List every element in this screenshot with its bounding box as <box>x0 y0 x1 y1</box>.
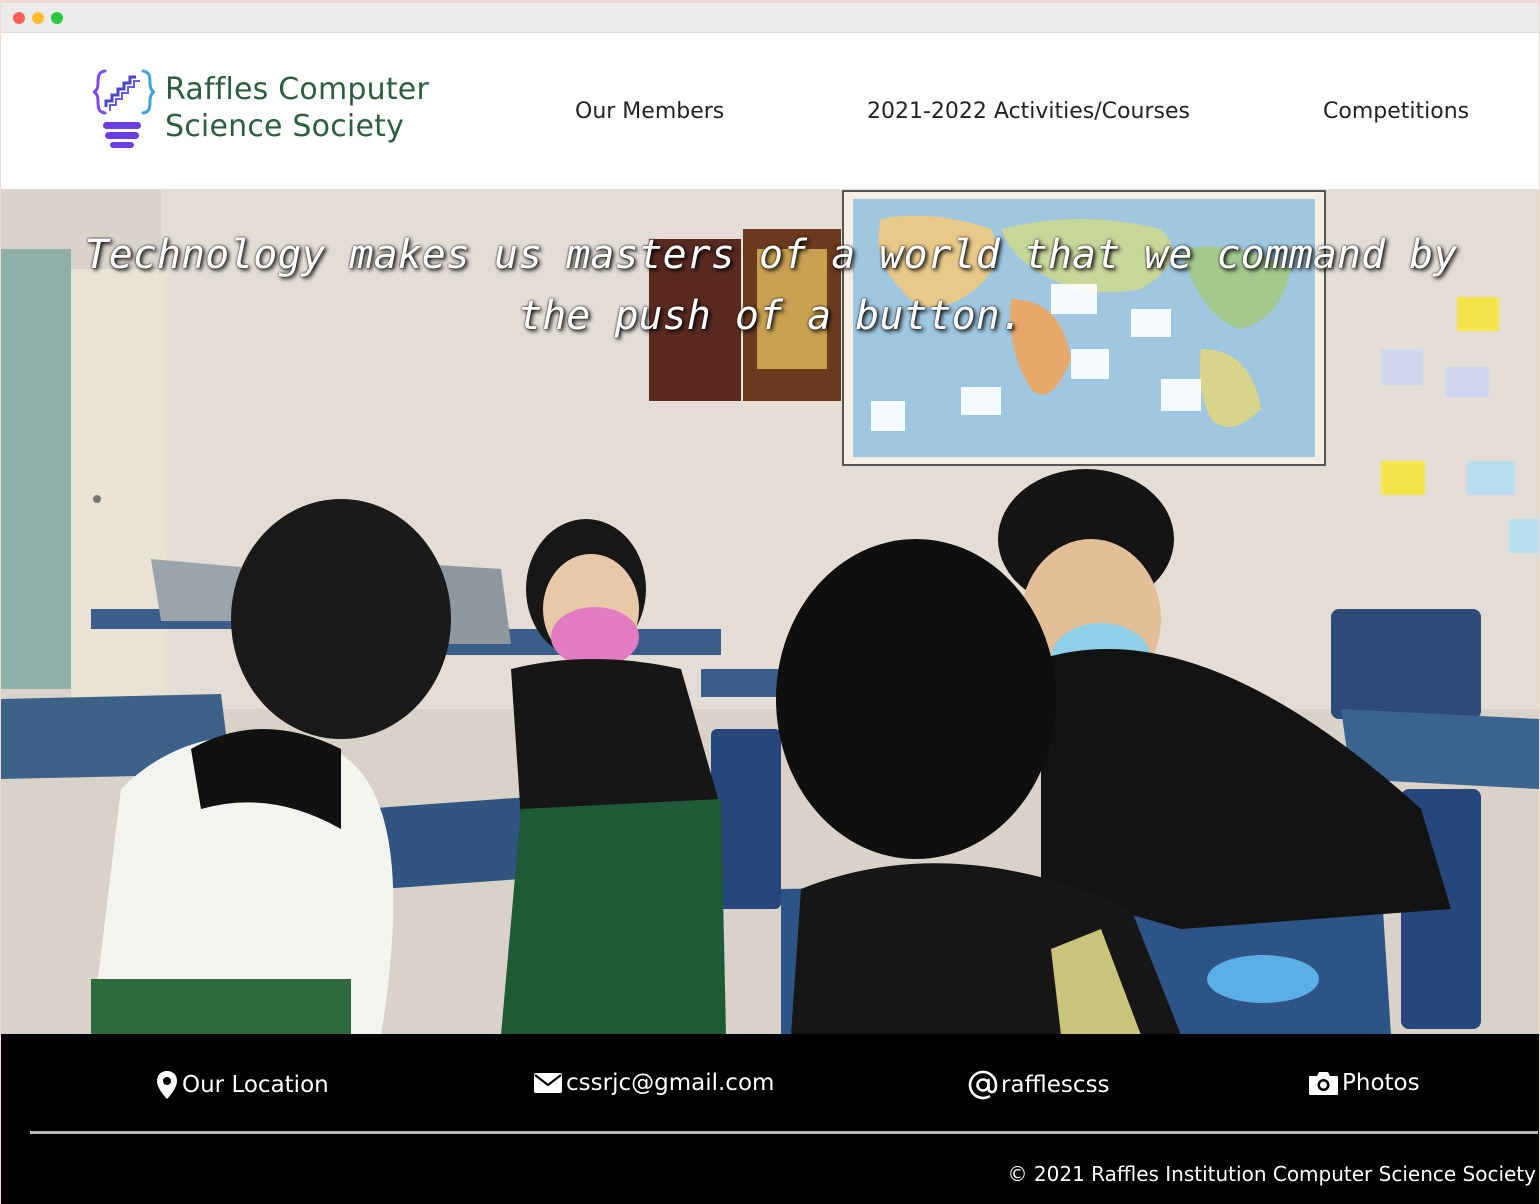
top-navigation: Raffles Computer Science Society Our Mem… <box>1 33 1539 189</box>
footer-divider <box>30 1131 1538 1134</box>
maximize-window-button[interactable] <box>51 11 63 24</box>
minimize-window-button[interactable] <box>32 11 44 24</box>
brand-line-1: Raffles Computer <box>165 72 429 107</box>
footer-email-label: cssrjc@gmail.com <box>566 1070 775 1096</box>
footer-photos-label: Photos <box>1342 1070 1420 1096</box>
nav-competitions[interactable]: Competitions <box>1323 99 1469 124</box>
footer-social-link[interactable]: rafflescss <box>968 1070 1110 1100</box>
mail-icon <box>534 1073 562 1093</box>
window-titlebar <box>1 3 1539 33</box>
browser-window: Raffles Computer Science Society Our Mem… <box>1 3 1539 1204</box>
site-footer: Our Location cssrjc@gmail.com rafflescss… <box>1 1034 1539 1204</box>
brand-line-2: Science Society <box>165 109 405 144</box>
close-window-button[interactable] <box>13 11 25 24</box>
lightbulb-logo-icon <box>93 69 155 148</box>
hero-quote: Technology makes us masters of a world t… <box>84 232 1458 339</box>
home-logo-link[interactable]: Raffles Computer Science Society <box>93 67 429 149</box>
at-sign-icon <box>968 1070 998 1100</box>
footer-photos-link[interactable]: Photos <box>1308 1070 1420 1096</box>
nav-our-members[interactable]: Our Members <box>575 99 724 124</box>
hero-banner: Technology makes us masters of a world t… <box>1 189 1539 1035</box>
footer-email-link[interactable]: cssrjc@gmail.com <box>533 1070 774 1096</box>
footer-location-label: Our Location <box>182 1072 329 1098</box>
footer-social-label: rafflescss <box>1001 1072 1110 1098</box>
copyright-text: © 2021 Raffles Institution Computer Scie… <box>1007 1162 1536 1186</box>
nav-activities-courses[interactable]: 2021-2022 Activities/Courses <box>867 99 1190 124</box>
map-pin-icon <box>157 1071 177 1099</box>
camera-icon <box>1309 1072 1338 1095</box>
brand-name: Raffles Computer Science Society <box>165 71 429 145</box>
footer-location-link[interactable]: Our Location <box>155 1070 329 1100</box>
